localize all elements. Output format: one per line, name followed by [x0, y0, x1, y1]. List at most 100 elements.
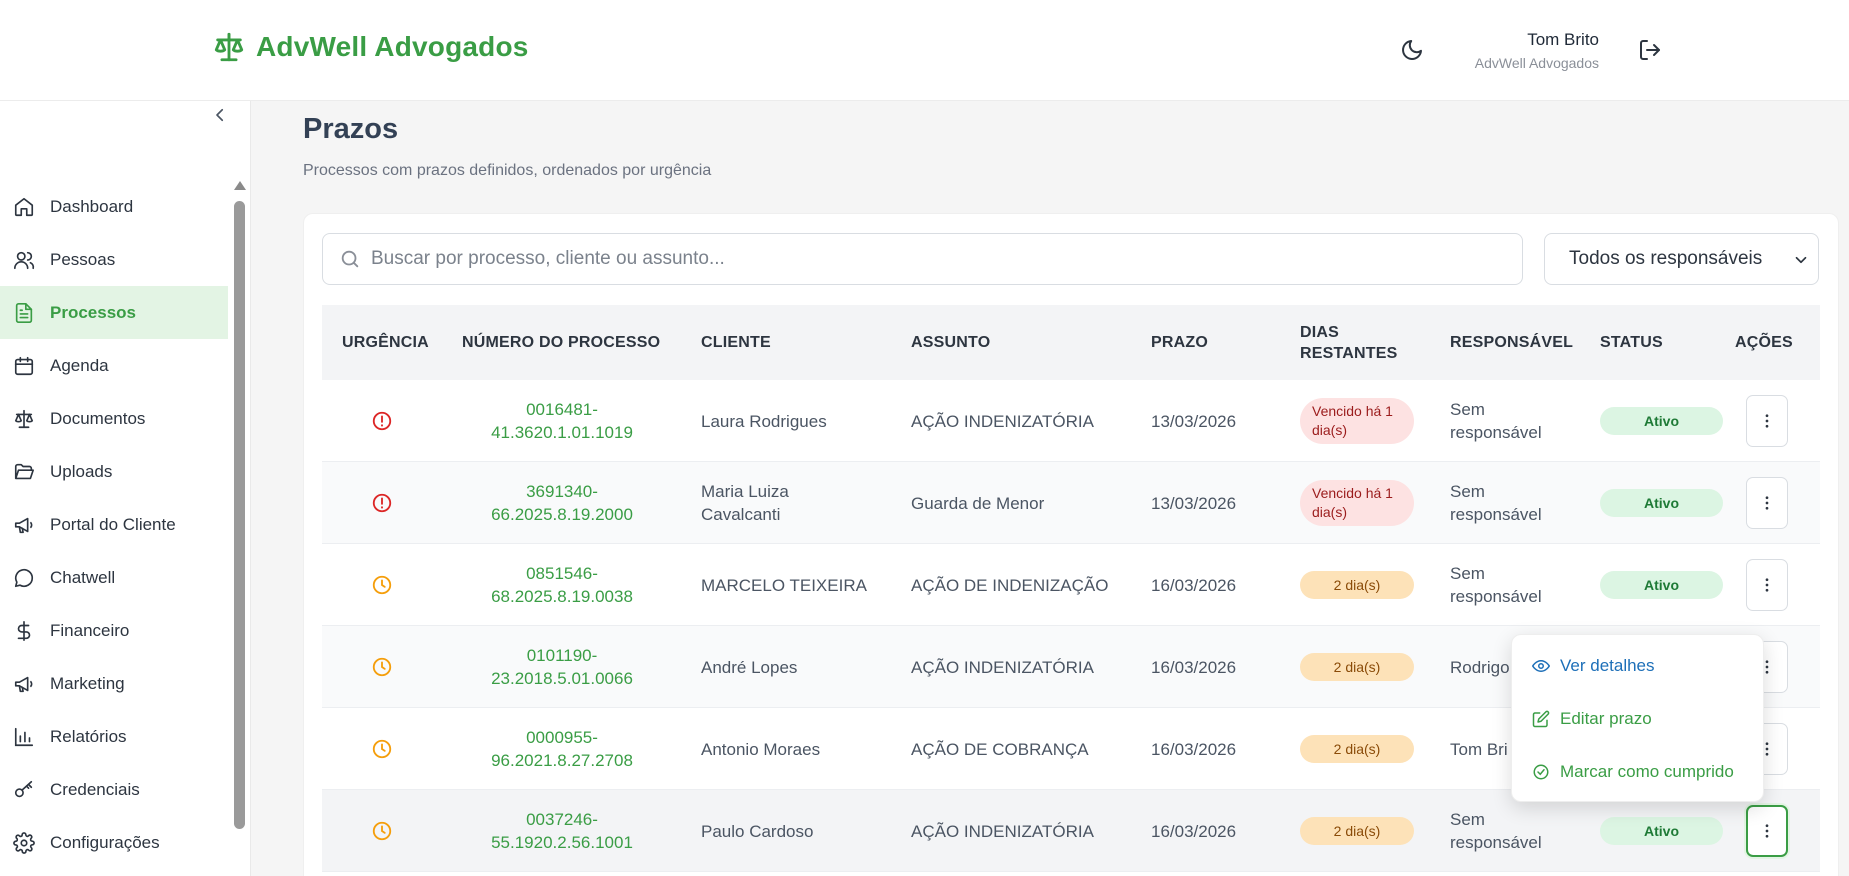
process-number-part: 0016481-	[526, 400, 598, 419]
process-number-link[interactable]: 0016481- 41.3620.1.01.1019	[462, 380, 662, 462]
sidebar-item-processos[interactable]: Processos	[0, 286, 228, 339]
column-header-cliente[interactable]: CLIENTE	[701, 305, 771, 380]
bar-chart-icon	[12, 725, 36, 749]
subject-cell: AÇÃO DE INDENIZAÇÃO	[911, 575, 1109, 595]
home-icon	[12, 195, 36, 219]
sidebar-item-chatwell[interactable]: Chatwell	[0, 551, 228, 604]
process-number-part: 0101190-	[526, 646, 598, 665]
sidebar-item-relatorios[interactable]: Relatórios	[0, 710, 228, 763]
scroll-thumb[interactable]	[234, 201, 245, 829]
column-header-urgencia[interactable]: URGÊNCIA	[342, 305, 429, 380]
sidebar-nav: Dashboard Pessoas Processos Agenda Docum…	[0, 180, 228, 869]
process-number-link[interactable]: 0000955- 96.2021.8.27.2708	[462, 708, 662, 790]
subject-cell: AÇÃO INDENIZATÓRIA	[911, 657, 1094, 677]
clock-icon	[372, 575, 392, 595]
gear-icon	[12, 831, 36, 855]
days-cell: 2 dia(s)	[1300, 790, 1414, 872]
responsible-filter-select[interactable]: Todos os responsáveis	[1544, 233, 1819, 285]
menu-item-editar-prazo[interactable]: Editar prazo	[1532, 704, 1652, 734]
actions-cell	[1746, 462, 1788, 544]
days-badge: 2 dia(s)	[1300, 653, 1414, 681]
sidebar-item-credenciais[interactable]: Credenciais	[0, 763, 228, 816]
row-actions-button[interactable]	[1746, 559, 1788, 611]
process-number-part: 96.2021.8.27.2708	[491, 751, 633, 770]
sidebar-item-pessoas[interactable]: Pessoas	[0, 233, 228, 286]
responsible-text: responsável	[1450, 505, 1542, 524]
subject-cell: AÇÃO INDENIZATÓRIA	[911, 411, 1094, 431]
row-actions-menu: Ver detalhes Editar prazo Marcar como cu…	[1511, 634, 1764, 802]
process-number-part: 3691340-	[526, 482, 598, 501]
process-number-link[interactable]: 0037246- 55.1920.2.56.1001	[462, 790, 662, 872]
sidebar: Dashboard Pessoas Processos Agenda Docum…	[0, 101, 251, 876]
theme-toggle-button[interactable]	[1396, 34, 1428, 66]
menu-item-label: Editar prazo	[1560, 709, 1652, 728]
column-header-prazo[interactable]: PRAZO	[1151, 305, 1208, 380]
process-number-part: 0851546-	[526, 564, 598, 583]
subject-cell: AÇÃO DE COBRANÇA	[911, 739, 1089, 759]
responsible-cell: Sem responsável	[1450, 790, 1542, 872]
sidebar-item-uploads[interactable]: Uploads	[0, 445, 228, 498]
days-badge: Vencido há 1 dia(s)	[1300, 398, 1414, 444]
brand-name: AdvWell Advogados	[256, 31, 529, 62]
moon-icon	[1402, 40, 1422, 60]
days-badge-line: dia(s)	[1312, 422, 1348, 438]
client-cell: Laura Rodrigues	[701, 380, 827, 462]
sidebar-item-marketing[interactable]: Marketing	[0, 657, 228, 710]
menu-item-label: Ver detalhes	[1560, 656, 1655, 675]
client-cell: Antonio Moraes	[701, 739, 821, 759]
column-header-responsavel[interactable]: RESPONSÁVEL	[1450, 305, 1573, 380]
user-org: AdvWell Advogados	[1474, 55, 1599, 71]
table-row[interactable]: 0016481- 41.3620.1.01.1019 Laura Rodrigue…	[322, 380, 1820, 462]
table-row[interactable]: 0851546- 68.2025.8.19.0038 MARCELO TEIXEI…	[322, 544, 1820, 626]
sidebar-item-label: Configurações	[50, 832, 160, 852]
table-row[interactable]: 0037246- 55.1920.2.56.1001 Paulo Cardoso …	[322, 790, 1820, 872]
logout-button[interactable]	[1634, 34, 1666, 66]
subject-cell: AÇÃO INDENIZATÓRIA	[911, 821, 1094, 841]
column-header-dias-restantes[interactable]: DIAS RESTANTES	[1300, 305, 1398, 380]
users-icon	[12, 248, 36, 272]
client-cell: André Lopes	[701, 657, 798, 677]
sidebar-item-portal-do-cliente[interactable]: Portal do Cliente	[0, 498, 228, 551]
sidebar-item-documentos[interactable]: Documentos	[0, 392, 228, 445]
more-vertical-icon	[1765, 414, 1769, 428]
column-header-assunto[interactable]: ASSUNTO	[911, 305, 990, 380]
days-badge: 2 dia(s)	[1300, 571, 1414, 599]
process-number-link[interactable]: 0101190- 23.2018.5.01.0066	[462, 626, 662, 708]
sidebar-item-label: Documentos	[50, 408, 146, 428]
edit-icon	[1532, 710, 1550, 728]
scroll-up-arrow[interactable]	[234, 181, 246, 190]
status-cell: Ativo	[1600, 462, 1723, 544]
process-number-link[interactable]: 0851546- 68.2025.8.19.0038	[462, 544, 662, 626]
responsible-text: responsável	[1450, 833, 1542, 852]
row-actions-button[interactable]	[1746, 477, 1788, 529]
menu-item-marcar-cumprido[interactable]: Marcar como cumprido	[1532, 757, 1734, 787]
deadline-cell: 16/03/2026	[1151, 739, 1237, 759]
column-header-status[interactable]: STATUS	[1600, 305, 1663, 380]
sidebar-item-configuracoes[interactable]: Configurações	[0, 816, 228, 869]
column-header-numero[interactable]: NÚMERO DO PROCESSO	[462, 305, 660, 380]
collapse-sidebar-button[interactable]	[206, 101, 234, 129]
responsible-text: Sem	[1450, 564, 1485, 583]
sidebar-item-financeiro[interactable]: Financeiro	[0, 604, 228, 657]
actions-cell	[1746, 544, 1788, 626]
deadline-cell: 13/03/2026	[1151, 411, 1237, 431]
row-actions-button[interactable]	[1746, 395, 1788, 447]
row-actions-button-open[interactable]	[1746, 805, 1788, 857]
sidebar-item-agenda[interactable]: Agenda	[0, 339, 228, 392]
sidebar-item-label: Processos	[50, 302, 136, 322]
calendar-icon	[12, 354, 36, 378]
chevron-down-icon	[1795, 256, 1807, 264]
menu-item-ver-detalhes[interactable]: Ver detalhes	[1532, 651, 1655, 681]
scale-icon	[214, 32, 244, 62]
process-number-link[interactable]: 3691340- 66.2025.8.19.2000	[462, 462, 662, 544]
brand[interactable]: AdvWell Advogados	[212, 30, 529, 64]
responsible-text: Sem	[1450, 400, 1485, 419]
clock-icon	[372, 657, 392, 677]
search-input[interactable]	[371, 248, 1471, 270]
check-circle-icon	[1533, 764, 1549, 780]
table-row[interactable]: 3691340- 66.2025.8.19.2000 Maria Luiza Cav…	[322, 462, 1820, 544]
search-box[interactable]	[322, 233, 1523, 285]
sidebar-scrollbar[interactable]	[232, 179, 246, 876]
sidebar-item-dashboard[interactable]: Dashboard	[0, 180, 228, 233]
sidebar-item-label: Pessoas	[50, 249, 116, 269]
